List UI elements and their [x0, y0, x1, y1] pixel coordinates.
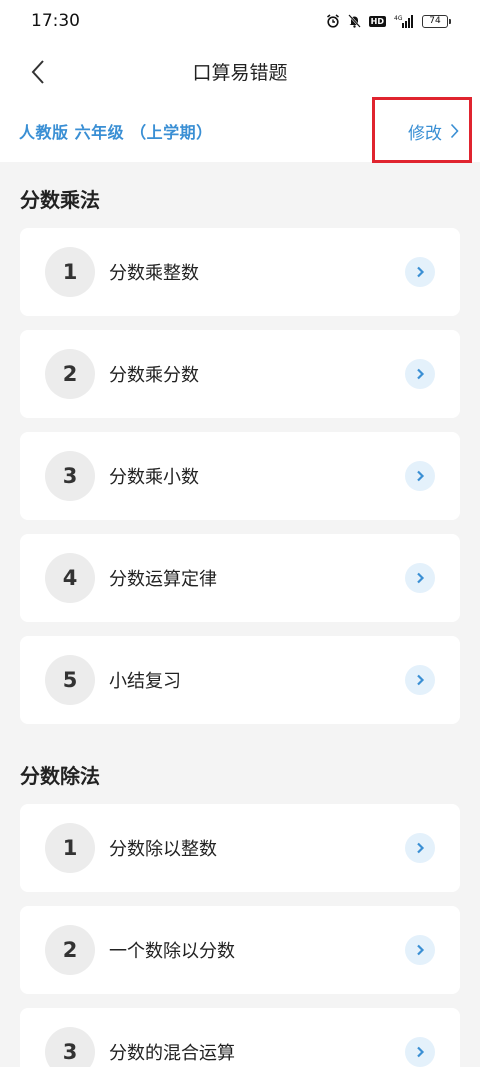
- chevron-right-icon[interactable]: [405, 563, 435, 593]
- list-item[interactable]: 3 分数的混合运算: [20, 1008, 460, 1067]
- list-item[interactable]: 4 分数运算定律: [20, 534, 460, 622]
- chevron-right-icon[interactable]: [405, 359, 435, 389]
- item-label: 小结复习: [109, 671, 181, 692]
- signal-icon: 4G: [394, 15, 413, 28]
- item-label: 一个数除以分数: [109, 941, 235, 962]
- highlight-box: [372, 97, 472, 163]
- mute-bell-icon: [347, 14, 361, 28]
- item-label: 分数运算定律: [109, 569, 217, 590]
- section-title: 分数乘法: [20, 188, 100, 212]
- page-title: 口算易错题: [192, 61, 288, 84]
- nav-bar: 口算易错题: [0, 42, 480, 100]
- item-label: 分数除以整数: [109, 839, 217, 860]
- item-label: 分数的混合运算: [109, 1043, 235, 1064]
- item-number: 3: [45, 451, 95, 501]
- item-label: 分数乘小数: [109, 467, 199, 488]
- network-label: 4G: [394, 15, 403, 22]
- back-button[interactable]: [18, 54, 58, 90]
- list-item[interactable]: 3 分数乘小数: [20, 432, 460, 520]
- chevron-right-icon[interactable]: [405, 833, 435, 863]
- item-label: 分数乘整数: [109, 263, 199, 284]
- list-item[interactable]: 1 分数乘整数: [20, 228, 460, 316]
- list-item[interactable]: 2 一个数除以分数: [20, 906, 460, 994]
- item-number: 1: [45, 823, 95, 873]
- lesson-list: 分数乘法 1 分数乘整数 2 分数乘分数 3 分数乘小数 4 分数运算定律 5 …: [0, 162, 480, 1067]
- header: 17:30 HD 4G 74 口算易错题 人教版 六年级 （上学期） 修改: [0, 0, 480, 163]
- list-item[interactable]: 1 分数除以整数: [20, 804, 460, 892]
- status-time: 17:30: [31, 11, 80, 31]
- chevron-right-icon[interactable]: [405, 257, 435, 287]
- chevron-right-icon[interactable]: [405, 1037, 435, 1067]
- status-icons: HD 4G 74: [326, 14, 451, 28]
- item-number: 2: [45, 925, 95, 975]
- edition-label: 人教版 六年级 （上学期）: [19, 123, 213, 142]
- list-item[interactable]: 2 分数乘分数: [20, 330, 460, 418]
- list-item[interactable]: 5 小结复习: [20, 636, 460, 724]
- hd-icon: HD: [368, 15, 386, 27]
- section-title: 分数除法: [20, 764, 100, 788]
- chevron-right-icon[interactable]: [405, 665, 435, 695]
- item-number: 4: [45, 553, 95, 603]
- item-number: 3: [45, 1027, 95, 1067]
- item-number: 5: [45, 655, 95, 705]
- status-bar: 17:30 HD 4G 74: [0, 0, 480, 42]
- alarm-icon: [326, 14, 339, 28]
- item-label: 分数乘分数: [109, 365, 199, 386]
- edition-row: 人教版 六年级 （上学期） 修改: [0, 97, 480, 163]
- chevron-right-icon[interactable]: [405, 461, 435, 491]
- battery-icon: 74: [422, 14, 451, 28]
- item-number: 2: [45, 349, 95, 399]
- chevron-left-icon: [31, 60, 44, 84]
- item-number: 1: [45, 247, 95, 297]
- chevron-right-icon[interactable]: [405, 935, 435, 965]
